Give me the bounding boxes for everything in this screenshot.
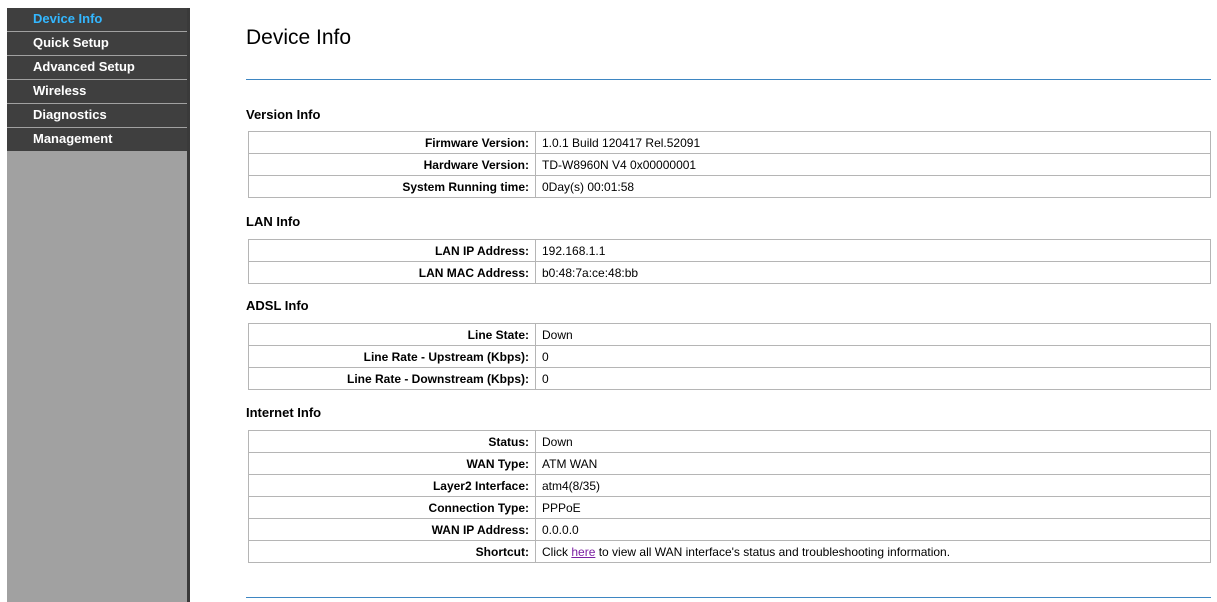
lan-info-table: LAN IP Address: 192.168.1.1 LAN MAC Addr… xyxy=(248,239,1211,284)
sidebar-item-advanced-setup[interactable]: Advanced Setup xyxy=(7,56,187,79)
hardware-version-label: Hardware Version: xyxy=(248,153,536,176)
line-rate-downstream-label: Line Rate - Downstream (Kbps): xyxy=(248,367,536,390)
layer2-interface-value: atm4(8/35) xyxy=(535,474,1211,497)
table-row: System Running time: 0Day(s) 00:01:58 xyxy=(248,175,1211,198)
version-info-table: Firmware Version: 1.0.1 Build 120417 Rel… xyxy=(248,131,1211,198)
table-row: Hardware Version: TD-W8960N V4 0x0000000… xyxy=(248,153,1211,176)
status-label: Status: xyxy=(248,430,536,453)
status-value: Down xyxy=(535,430,1211,453)
wan-type-label: WAN Type: xyxy=(248,452,536,475)
line-state-value: Down xyxy=(535,323,1211,346)
connection-type-label: Connection Type: xyxy=(248,496,536,519)
section-title-lan: LAN Info xyxy=(246,214,301,229)
table-row: Firmware Version: 1.0.1 Build 120417 Rel… xyxy=(248,131,1211,154)
firmware-version-value: 1.0.1 Build 120417 Rel.52091 xyxy=(535,131,1211,154)
sidebar-item-diagnostics[interactable]: Diagnostics xyxy=(7,104,187,127)
wan-ip-value: 0.0.0.0 xyxy=(535,518,1211,541)
system-running-time-value: 0Day(s) 00:01:58 xyxy=(535,175,1211,198)
sidebar-item-wireless[interactable]: Wireless xyxy=(7,80,187,103)
table-row: Layer2 Interface: atm4(8/35) xyxy=(248,474,1211,497)
table-row: Shortcut: Click here to view all WAN int… xyxy=(248,540,1211,563)
wan-ip-label: WAN IP Address: xyxy=(248,518,536,541)
table-row: WAN Type: ATM WAN xyxy=(248,452,1211,475)
table-row: LAN MAC Address: b0:48:7a:ce:48:bb xyxy=(248,261,1211,284)
lan-ip-value: 192.168.1.1 xyxy=(535,239,1211,262)
line-rate-upstream-label: Line Rate - Upstream (Kbps): xyxy=(248,345,536,368)
hardware-version-value: TD-W8960N V4 0x00000001 xyxy=(535,153,1211,176)
table-row: WAN IP Address: 0.0.0.0 xyxy=(248,518,1211,541)
internet-info-table: Status: Down WAN Type: ATM WAN Layer2 In… xyxy=(248,430,1211,563)
system-running-time-label: System Running time: xyxy=(248,175,536,198)
sidebar-item-management[interactable]: Management xyxy=(7,128,187,151)
table-row: Line State: Down xyxy=(248,323,1211,346)
connection-type-value: PPPoE xyxy=(535,496,1211,519)
line-rate-upstream-value: 0 xyxy=(535,345,1211,368)
table-row: LAN IP Address: 192.168.1.1 xyxy=(248,239,1211,262)
bottom-divider xyxy=(246,597,1211,598)
sidebar: Device Info Quick Setup Advanced Setup W… xyxy=(7,8,187,602)
layer2-interface-label: Layer2 Interface: xyxy=(248,474,536,497)
sidebar-item-device-info[interactable]: Device Info xyxy=(7,8,187,31)
sidebar-divider xyxy=(187,8,190,602)
shortcut-suffix-text: to view all WAN interface's status and t… xyxy=(595,544,951,559)
table-row: Line Rate - Upstream (Kbps): 0 xyxy=(248,345,1211,368)
shortcut-here-link[interactable]: here xyxy=(571,545,595,559)
shortcut-value: Click here to view all WAN interface's s… xyxy=(535,540,1211,563)
section-title-internet: Internet Info xyxy=(246,405,322,420)
firmware-version-label: Firmware Version: xyxy=(248,131,536,154)
lan-ip-label: LAN IP Address: xyxy=(248,239,536,262)
section-title-adsl: ADSL Info xyxy=(246,298,309,313)
table-row: Connection Type: PPPoE xyxy=(248,496,1211,519)
wan-type-value: ATM WAN xyxy=(535,452,1211,475)
page-title: Device Info xyxy=(246,26,352,49)
table-row: Line Rate - Downstream (Kbps): 0 xyxy=(248,367,1211,390)
top-divider xyxy=(246,79,1211,80)
line-rate-downstream-value: 0 xyxy=(535,367,1211,390)
shortcut-prefix-text: Click xyxy=(542,544,572,559)
shortcut-label: Shortcut: xyxy=(248,540,536,563)
adsl-info-table: Line State: Down Line Rate - Upstream (K… xyxy=(248,323,1211,390)
line-state-label: Line State: xyxy=(248,323,536,346)
lan-mac-label: LAN MAC Address: xyxy=(248,261,536,284)
table-row: Status: Down xyxy=(248,430,1211,453)
section-title-version: Version Info xyxy=(246,107,321,122)
sidebar-item-quick-setup[interactable]: Quick Setup xyxy=(7,32,187,55)
lan-mac-value: b0:48:7a:ce:48:bb xyxy=(535,261,1211,284)
